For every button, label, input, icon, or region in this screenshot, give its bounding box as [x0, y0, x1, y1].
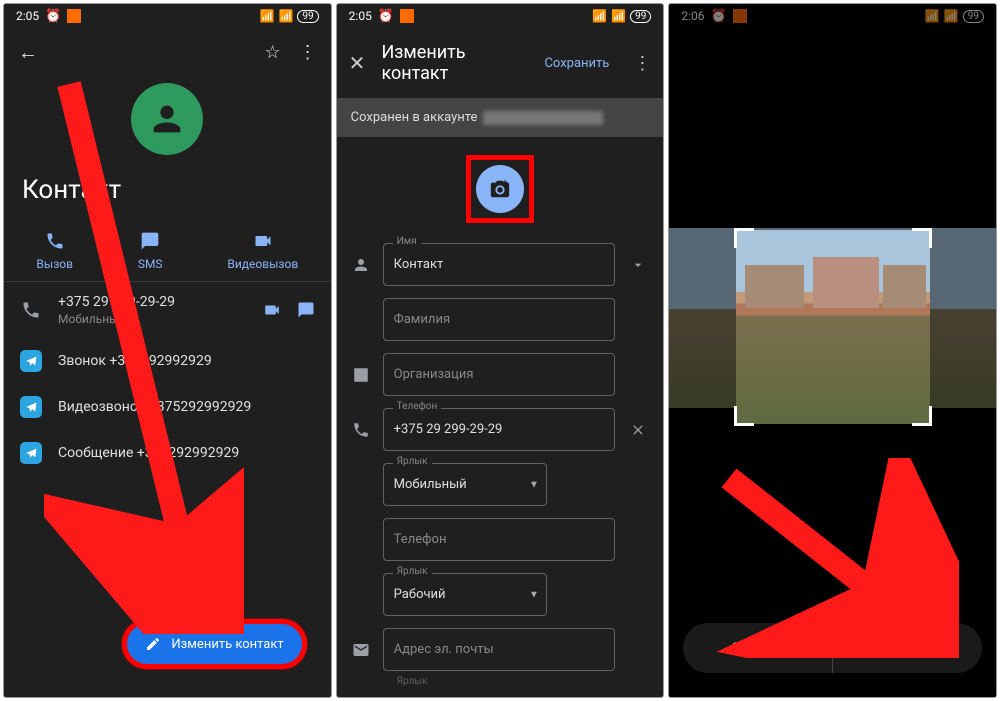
- alarm-icon: ⏰: [45, 9, 61, 24]
- crop-handle-br[interactable]: [912, 406, 932, 426]
- header: ← ☆ ⋮: [4, 28, 331, 77]
- edit-contact-button[interactable]: Изменить контакт: [122, 619, 306, 669]
- status-bar: 2:05 ⏰ 📶 📶 99: [337, 4, 664, 28]
- header: ✕ Изменить контакт Сохранить ⋮: [337, 28, 664, 98]
- screen-crop-photo: 2:06 ⏰ 📶 📶 99 Отмена ОК: [668, 3, 997, 698]
- notification-icon: [733, 9, 747, 23]
- alarm-icon: ⏰: [710, 9, 726, 24]
- phone-type: Мобильный: [58, 312, 247, 326]
- cancel-button[interactable]: Отмена: [683, 623, 832, 673]
- telegram-call-row[interactable]: Звонок +375292992929: [4, 338, 331, 384]
- notification-icon: [400, 9, 414, 23]
- close-icon[interactable]: ✕: [349, 51, 366, 75]
- wifi-icon: 📶: [278, 9, 293, 23]
- email-field[interactable]: [383, 628, 616, 671]
- phone-icon: [45, 231, 65, 251]
- crop-handle-tl[interactable]: [734, 228, 754, 248]
- phone-field[interactable]: [383, 408, 616, 451]
- phone-icon: [352, 421, 370, 439]
- alarm-icon: ⏰: [378, 9, 394, 24]
- screen-contact-details: 2:05 ⏰ 📶 📶 99 ← ☆ ⋮ Контакт Вызов SMS: [3, 3, 332, 698]
- clear-icon[interactable]: [630, 422, 646, 438]
- annotation-highlight: [466, 155, 534, 223]
- camera-icon: [489, 178, 511, 200]
- phone-row[interactable]: +375 29 299-29-29 Мобильный: [4, 282, 331, 338]
- save-button[interactable]: Сохранить: [544, 56, 609, 71]
- account-bar: Сохранен в аккаунте: [337, 98, 664, 137]
- video-button[interactable]: Видеовызов: [227, 231, 298, 271]
- telegram-message-row[interactable]: Сообщение +375292992929: [4, 430, 331, 476]
- wifi-icon: 📶: [944, 9, 959, 23]
- bottom-action-bar: Отмена ОК: [683, 623, 982, 673]
- signal-icon: 📶: [260, 9, 275, 23]
- wifi-icon: 📶: [611, 9, 626, 23]
- add-photo-button[interactable]: [476, 165, 524, 213]
- org-field[interactable]: [383, 353, 616, 396]
- photo-button-area: [337, 137, 664, 237]
- phone-number: +375 29 299-29-29: [58, 294, 247, 310]
- more-icon[interactable]: ⋮: [633, 53, 651, 74]
- status-bar: 2:05 ⏰ 📶 📶 99: [4, 4, 331, 28]
- sms-button[interactable]: SMS: [138, 231, 163, 271]
- avatar-area: [4, 83, 331, 155]
- page-title: Изменить контакт: [381, 42, 528, 84]
- battery-indicator: 99: [297, 10, 318, 23]
- status-time: 2:06: [681, 9, 704, 23]
- back-icon[interactable]: ←: [18, 40, 38, 65]
- phone2-type-dropdown[interactable]: [383, 573, 547, 616]
- pencil-icon: [145, 636, 161, 652]
- ok-button[interactable]: ОК: [833, 623, 982, 673]
- video-icon: [253, 231, 273, 251]
- chevron-down-icon[interactable]: [630, 257, 646, 273]
- telegram-video-row[interactable]: Видеозвонок +375292992929: [4, 384, 331, 430]
- video-icon[interactable]: [263, 301, 281, 319]
- star-icon[interactable]: ☆: [265, 42, 281, 63]
- surname-field[interactable]: [383, 298, 616, 341]
- email-icon: [352, 641, 370, 659]
- battery-indicator: 99: [963, 10, 984, 23]
- contact-name: Контакт: [4, 175, 331, 221]
- person-icon: [352, 256, 370, 274]
- phone2-field[interactable]: [383, 518, 616, 561]
- account-value-redacted: [483, 111, 603, 125]
- dropdown-icon: ▼: [529, 589, 539, 600]
- status-time: 2:05: [349, 9, 372, 23]
- status-time: 2:05: [16, 9, 39, 23]
- telegram-icon: [20, 442, 42, 464]
- crop-frame[interactable]: [736, 230, 930, 424]
- battery-indicator: 99: [630, 10, 651, 23]
- crop-handle-tr[interactable]: [912, 228, 932, 248]
- contact-avatar[interactable]: [131, 83, 203, 155]
- signal-icon: 📶: [925, 9, 940, 23]
- phone-type-dropdown[interactable]: [383, 463, 547, 506]
- notification-icon: [67, 9, 81, 23]
- call-button[interactable]: Вызов: [36, 231, 73, 271]
- name-field[interactable]: [383, 243, 616, 286]
- quick-actions: Вызов SMS Видеовызов: [4, 221, 331, 282]
- sms-icon: [140, 231, 160, 251]
- crop-handle-bl[interactable]: [734, 406, 754, 426]
- person-icon: [147, 99, 187, 139]
- message-icon[interactable]: [297, 301, 315, 319]
- dropdown-icon: ▼: [529, 479, 539, 490]
- telegram-icon: [20, 350, 42, 372]
- photo-crop-area[interactable]: Отмена ОК: [669, 28, 996, 697]
- status-bar: 2:06 ⏰ 📶 📶 99: [669, 4, 996, 28]
- signal-icon: 📶: [592, 9, 607, 23]
- screen-edit-contact: 2:05 ⏰ 📶 📶 99 ✕ Изменить контакт Сохрани…: [336, 3, 665, 698]
- more-icon[interactable]: ⋮: [299, 42, 317, 63]
- crop-preview: [736, 230, 930, 424]
- telegram-icon: [20, 396, 42, 418]
- phone-icon: [21, 300, 41, 320]
- building-icon: [352, 366, 370, 384]
